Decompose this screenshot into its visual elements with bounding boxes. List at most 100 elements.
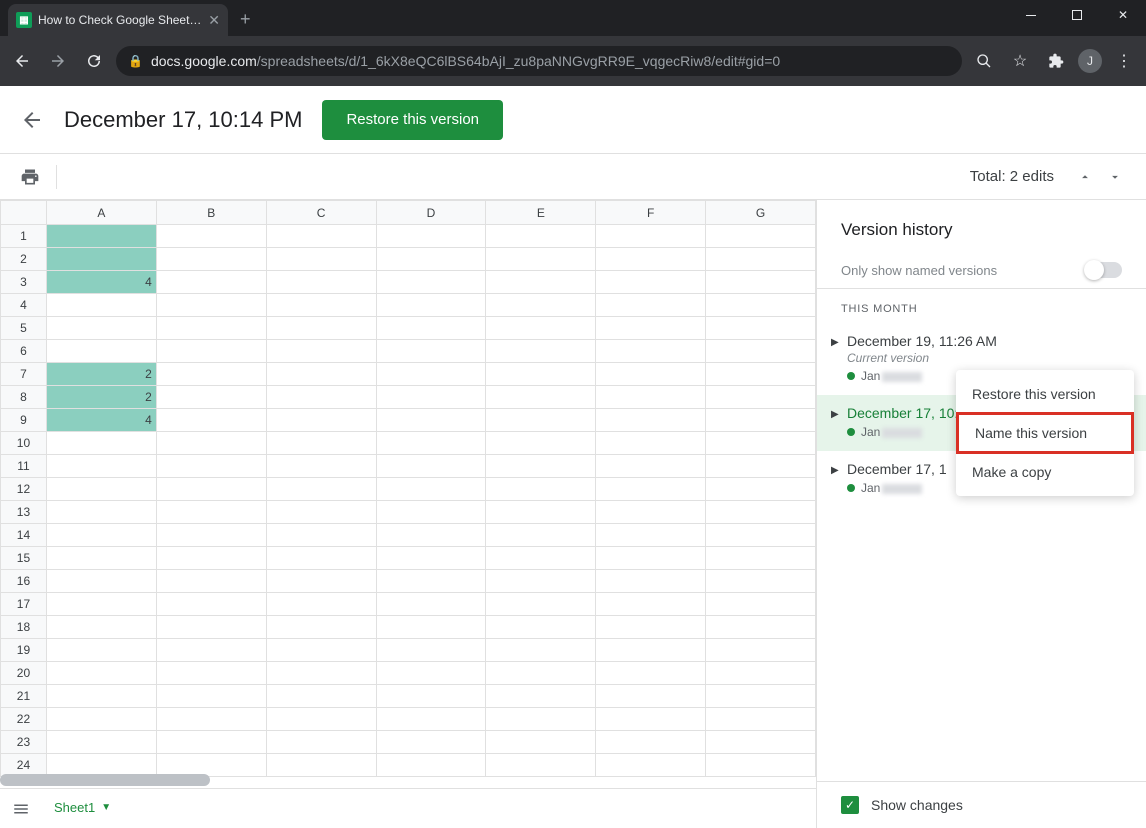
cell[interactable] [266,363,376,386]
cell[interactable] [156,616,266,639]
cell[interactable] [46,708,156,731]
cell[interactable] [596,271,706,294]
cell[interactable] [596,225,706,248]
cell[interactable] [376,685,486,708]
cell[interactable] [486,317,596,340]
row-header[interactable]: 11 [1,455,47,478]
cell[interactable] [486,524,596,547]
cell[interactable] [156,363,266,386]
column-header[interactable]: E [486,201,596,225]
cell[interactable] [486,547,596,570]
cell[interactable] [596,754,706,777]
cell[interactable] [46,662,156,685]
cell[interactable] [706,616,816,639]
cell[interactable] [706,271,816,294]
cell[interactable] [596,593,706,616]
cell[interactable] [266,616,376,639]
column-header[interactable]: D [376,201,486,225]
column-header[interactable]: G [706,201,816,225]
cell[interactable] [46,547,156,570]
expand-caret-icon[interactable]: ▶ [831,337,839,348]
extensions-icon[interactable] [1042,47,1070,75]
cell[interactable] [376,386,486,409]
cell[interactable] [266,478,376,501]
cell[interactable] [486,754,596,777]
row-header[interactable]: 1 [1,225,47,248]
cell[interactable] [46,225,156,248]
cell[interactable] [486,478,596,501]
row-header[interactable]: 5 [1,317,47,340]
cell[interactable] [596,570,706,593]
cell[interactable] [266,754,376,777]
row-header[interactable]: 18 [1,616,47,639]
cell[interactable] [596,478,706,501]
print-icon[interactable] [20,167,48,187]
cell[interactable] [376,248,486,271]
cell[interactable] [486,294,596,317]
cell[interactable] [486,455,596,478]
row-header[interactable]: 21 [1,685,47,708]
cell[interactable] [486,248,596,271]
cell[interactable] [46,432,156,455]
cell[interactable] [706,754,816,777]
browser-menu-icon[interactable]: ⋮ [1110,47,1138,75]
cell[interactable] [156,386,266,409]
cell[interactable] [156,271,266,294]
cell[interactable] [596,547,706,570]
cell[interactable] [486,386,596,409]
cell[interactable] [46,570,156,593]
column-header[interactable]: F [596,201,706,225]
reload-button[interactable] [80,47,108,75]
cell[interactable] [156,455,266,478]
sheet-dropdown-icon[interactable]: ▼ [101,802,111,813]
cell[interactable] [486,340,596,363]
cell[interactable] [596,340,706,363]
context-menu-item[interactable]: Make a copy [956,454,1134,490]
context-menu-item[interactable]: Name this version [956,412,1134,454]
cell[interactable] [486,708,596,731]
cell[interactable]: 4 [46,271,156,294]
cell[interactable] [706,547,816,570]
cell[interactable] [46,685,156,708]
row-header[interactable]: 16 [1,570,47,593]
browser-tab[interactable]: ▦ How to Check Google Sheets Edi ✕ [8,4,228,36]
cell[interactable] [486,662,596,685]
cell[interactable] [706,386,816,409]
cell[interactable] [156,225,266,248]
row-header[interactable]: 19 [1,639,47,662]
cell[interactable] [266,340,376,363]
cell[interactable] [266,708,376,731]
cell[interactable] [376,731,486,754]
close-window-button[interactable]: ✕ [1100,0,1146,30]
cell[interactable] [706,363,816,386]
cell[interactable] [596,731,706,754]
cell[interactable] [156,317,266,340]
cell[interactable] [596,501,706,524]
row-header[interactable]: 12 [1,478,47,501]
cell[interactable] [486,685,596,708]
horizontal-scrollbar[interactable] [0,774,210,786]
cell[interactable] [376,455,486,478]
cell[interactable] [156,524,266,547]
cell[interactable] [706,639,816,662]
cell[interactable] [706,685,816,708]
cell[interactable] [266,432,376,455]
cell[interactable] [46,501,156,524]
row-header[interactable]: 13 [1,501,47,524]
cell[interactable]: 2 [46,386,156,409]
next-edit-button[interactable] [1104,166,1126,188]
row-header[interactable]: 14 [1,524,47,547]
cell[interactable] [486,409,596,432]
cell[interactable] [266,524,376,547]
cell[interactable] [706,731,816,754]
cell[interactable] [46,294,156,317]
all-sheets-button[interactable] [12,800,30,818]
cell[interactable] [266,685,376,708]
cell[interactable] [156,547,266,570]
minimize-button[interactable] [1008,0,1054,30]
cell[interactable] [266,455,376,478]
row-header[interactable]: 8 [1,386,47,409]
cell[interactable] [486,570,596,593]
cell[interactable] [706,662,816,685]
row-header[interactable]: 2 [1,248,47,271]
